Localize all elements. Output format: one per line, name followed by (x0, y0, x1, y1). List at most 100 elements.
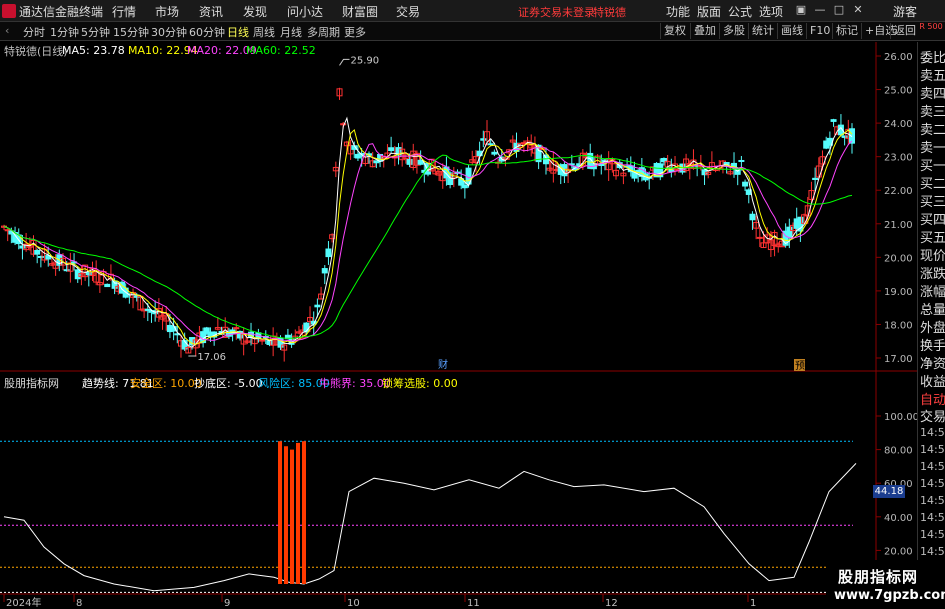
bottom-zone-label: 抄底区: -5.00 (194, 377, 263, 390)
rp-change[interactable]: 涨跌 (920, 263, 945, 282)
mark-button[interactable]: 标记 (832, 23, 861, 39)
multi-stock-button[interactable]: 多股 (719, 23, 748, 39)
rp-sell3[interactable]: 卖三 (920, 101, 945, 120)
candle-body (841, 135, 848, 138)
menu-function[interactable]: 功能 (666, 3, 690, 20)
rp-sell1[interactable]: 卖一 (920, 137, 945, 156)
period-60min[interactable]: 60分钟 (189, 24, 225, 40)
app-title: 通达信金融终端 (19, 5, 104, 19)
rp-buy1[interactable]: 买一 (920, 155, 945, 174)
menu-layout[interactable]: 版面 (697, 3, 721, 20)
menu-news[interactable]: 资讯 (199, 3, 223, 20)
x-tick-label: 12 (605, 598, 618, 609)
rp-sell5[interactable]: 卖五 (920, 65, 945, 84)
watermark: 股朋指标网 www.7gpzb.com (826, 560, 945, 609)
candle-body (738, 159, 745, 162)
lock-chip-bar (278, 441, 282, 584)
high-label: 25.90 (351, 55, 380, 66)
period-more[interactable]: 更多 (344, 24, 366, 40)
menu-trade[interactable]: 交易 (396, 3, 420, 20)
price-tick-label: 19.00 (884, 287, 913, 298)
ma60-line (3, 154, 853, 339)
candle-body (325, 248, 332, 258)
period-15min[interactable]: 15分钟 (113, 24, 149, 40)
candle-body (756, 236, 763, 239)
candle-body (74, 269, 81, 280)
rp-net-asset[interactable]: 净资 (920, 353, 945, 372)
menu-options[interactable]: 选项 (759, 3, 783, 20)
rp-earnings[interactable]: 收益 (920, 371, 945, 390)
rp-sell2[interactable]: 卖二 (920, 119, 945, 138)
rp-time: 14:56 (920, 460, 945, 473)
forecast-marker: 预 (795, 360, 805, 372)
guest-login[interactable]: 游客 (893, 3, 917, 20)
period-toolbar: ‹ 分时 1分钟 5分钟 15分钟 30分钟 60分钟 日线 周线 月线 多周期… (0, 22, 945, 41)
f10-button[interactable]: F10 (806, 23, 833, 39)
rp-change-pct[interactable]: 涨幅 (920, 281, 945, 300)
x-tick-label: 11 (467, 598, 480, 609)
app-logo-icon (2, 4, 16, 18)
x-tick-label: 10 (347, 598, 360, 609)
period-daily[interactable]: 日线 (227, 24, 249, 40)
period-30min[interactable]: 30分钟 (151, 24, 187, 40)
rp-outer[interactable]: 外盘 (920, 317, 945, 336)
rp-buy3[interactable]: 买三 (920, 191, 945, 210)
indicator-tick-label: 80.00 (884, 446, 913, 457)
price-tick-label: 21.00 (884, 220, 913, 231)
x-tick-label: 2024年 (6, 596, 41, 609)
menu-market[interactable]: 市场 (155, 3, 179, 20)
indicator-chart[interactable]: 100.0080.0060.0040.0020.002024年891011121 (0, 372, 917, 609)
minimize-icon[interactable]: — (813, 3, 827, 17)
return-button[interactable]: 返回 (890, 23, 919, 39)
overlay-button[interactable]: 叠加 (690, 23, 719, 39)
rp-weibi[interactable]: 委比 (920, 47, 945, 66)
price-chart[interactable]: 26.00 25.00 24.00 23.00 22.00 21.00 20.00 19.00… (0, 42, 917, 372)
period-weekly[interactable]: 周线 (253, 24, 275, 40)
candle-body (812, 177, 819, 180)
stats-button[interactable]: 统计 (748, 23, 777, 39)
period-intraday[interactable]: 分时 (23, 24, 45, 40)
period-monthly[interactable]: 月线 (280, 24, 302, 40)
x-tick-label: 8 (76, 598, 82, 609)
rp-price[interactable]: 现价 (920, 245, 945, 264)
indicator-name[interactable]: 股朋指标网 (4, 375, 59, 391)
rp-buy4[interactable]: 买四 (920, 209, 945, 228)
candle-body (314, 304, 321, 308)
price-tick-label: 18.00 (884, 320, 913, 331)
period-1min[interactable]: 1分钟 (50, 24, 79, 40)
candle-body (19, 245, 26, 249)
menu-bar: 通达信金融终端 行情 市场 资讯 发现 问小达 财富圈 交易 证券交易未登录 特… (0, 0, 945, 22)
lock-select-label: 锁筹选股: 0.00 (382, 377, 458, 390)
period-5min[interactable]: 5分钟 (81, 24, 110, 40)
menu-quotes[interactable]: 行情 (112, 3, 136, 20)
high-pointer (339, 58, 350, 66)
login-notice[interactable]: 证券交易未登录 (518, 4, 595, 20)
maximize-icon[interactable]: □ (832, 3, 846, 17)
candle-body (34, 250, 41, 255)
price-tick-label: 25.00 (884, 86, 913, 97)
menu-ask[interactable]: 问小达 (287, 3, 323, 20)
candle-body (37, 255, 44, 258)
rp-trade[interactable]: 交易 (920, 406, 945, 425)
rp-turnover[interactable]: 换手 (920, 335, 945, 354)
rp-sell4[interactable]: 卖四 (920, 83, 945, 102)
adjust-button[interactable]: 复权 (660, 23, 689, 39)
menu-discover[interactable]: 发现 (243, 3, 267, 20)
skin-icon[interactable]: ▣ (794, 3, 808, 17)
menu-wealth[interactable]: 财富圈 (342, 3, 378, 20)
toolbar-back-icon[interactable]: ‹ (5, 24, 9, 37)
candle-body (491, 151, 498, 155)
low-label: 17.06 (197, 352, 226, 363)
rp-time: 14:56 (920, 426, 945, 439)
rp-time: 14:56 (920, 494, 945, 507)
rp-buy2[interactable]: 买二 (920, 173, 945, 192)
candle-body (487, 143, 494, 146)
draw-button[interactable]: 画线 (777, 23, 806, 39)
rp-volume[interactable]: 总量 (920, 299, 945, 318)
rp-buy5[interactable]: 买五 (920, 227, 945, 246)
period-multi[interactable]: 多周期 (307, 24, 340, 40)
close-icon[interactable]: ✕ (851, 3, 865, 17)
indicator-tick-label: 40.00 (884, 513, 913, 524)
lock-chip-bar (302, 441, 306, 584)
menu-formula[interactable]: 公式 (728, 3, 752, 20)
